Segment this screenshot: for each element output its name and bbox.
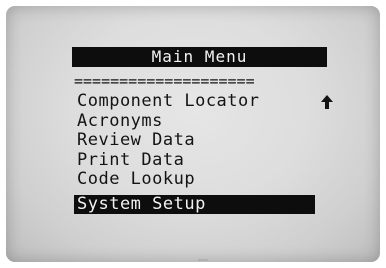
menu-item-component-locator[interactable]: Component Locator: [74, 92, 334, 112]
menu-title: Main Menu: [72, 47, 327, 67]
main-menu-list: Component Locator Acronyms Review Data P…: [74, 92, 334, 214]
menu-separator: ====================: [74, 72, 255, 90]
menu-item-review-data[interactable]: Review Data: [74, 131, 334, 151]
menu-item-code-lookup[interactable]: Code Lookup: [74, 170, 334, 190]
lcd-screen: Main Menu ==================== Component…: [6, 6, 380, 262]
menu-item-print-data[interactable]: Print Data: [74, 150, 334, 171]
menu-item-acronyms[interactable]: Acronyms: [74, 111, 334, 132]
up-arrow-icon: [321, 95, 333, 109]
bottom-indicator-mark: [198, 259, 208, 261]
menu-item-system-setup[interactable]: System Setup: [74, 194, 315, 214]
